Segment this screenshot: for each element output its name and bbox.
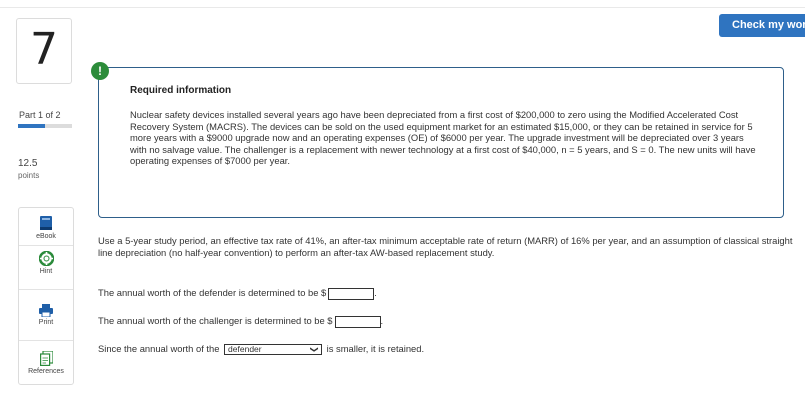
required-information-box: Required information Nuclear safety devi… <box>98 67 784 218</box>
tools-panel: eBook Hint Print References <box>18 207 74 385</box>
part-progress-fill <box>18 124 45 128</box>
question-instructions: Use a 5-year study period, an effective … <box>98 235 793 258</box>
tool-divider <box>19 340 73 341</box>
hint-button[interactable]: Hint <box>19 251 73 275</box>
lifebuoy-icon <box>38 251 54 266</box>
required-information-title: Required information <box>130 85 232 96</box>
required-information-text: Nuclear safety devices installed several… <box>130 109 756 167</box>
conclusion-prefix: Since the annual worth of the <box>98 343 220 354</box>
conclusion-suffix: is smaller, it is retained. <box>326 343 425 354</box>
chevron-down-icon: ❯ <box>310 346 320 353</box>
points-value: 12.5 <box>18 158 38 169</box>
challenger-aw-prompt: The annual worth of the challenger is de… <box>98 315 333 326</box>
check-my-work-button[interactable]: Check my work <box>719 14 805 37</box>
ebook-button[interactable]: eBook <box>19 215 73 240</box>
print-button[interactable]: Print <box>19 304 73 326</box>
hint-label: Hint <box>39 268 53 275</box>
ebook-label: eBook <box>36 233 56 240</box>
printer-icon <box>39 304 53 317</box>
period: . <box>374 287 377 298</box>
challenger-aw-input[interactable] <box>334 315 381 328</box>
book-icon <box>40 216 52 230</box>
tool-divider <box>19 289 73 290</box>
references-button[interactable]: References <box>19 351 73 375</box>
defender-aw-input[interactable] <box>328 287 375 300</box>
challenger-aw-line: The annual worth of the challenger is de… <box>98 315 383 328</box>
defender-aw-line: The annual worth of the defender is dete… <box>98 287 377 300</box>
part-indicator: Part 1 of 2 <box>19 110 61 120</box>
tool-divider <box>19 245 73 246</box>
alternative-dropdown[interactable]: defender ❯ <box>224 344 323 356</box>
part-progress-bar <box>18 124 72 128</box>
question-number[interactable]: 7 <box>16 18 72 84</box>
period: . <box>380 315 384 326</box>
references-label: References <box>28 368 64 375</box>
points-label: points <box>18 171 40 180</box>
alternative-selected: defender <box>228 344 262 355</box>
defender-aw-prompt: The annual worth of the defender is dete… <box>98 287 327 298</box>
documents-icon <box>39 351 53 366</box>
top-divider <box>0 7 805 8</box>
question-sidebar: 7 Part 1 of 2 12.5 points eBook Hint Pri… <box>0 0 90 403</box>
alert-icon: ! <box>91 62 109 80</box>
conclusion-line: Since the annual worth of the defender ❯ … <box>98 343 425 356</box>
print-label: Print <box>38 319 54 326</box>
